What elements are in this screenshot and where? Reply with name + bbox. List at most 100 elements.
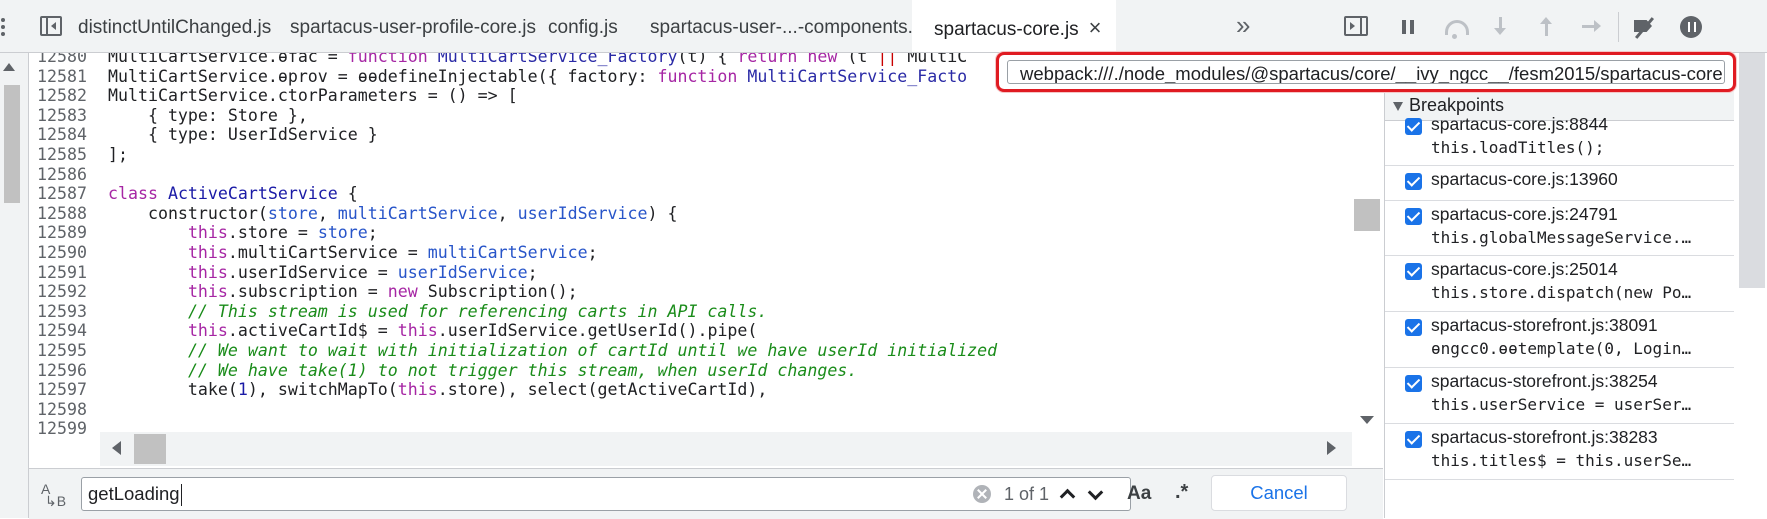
code-token: ,: [317, 203, 338, 223]
breakpoint-location[interactable]: spartacus-core.js:25014: [1431, 259, 1618, 280]
breakpoint-location[interactable]: spartacus-core.js:13960: [1431, 169, 1618, 190]
tab-user-profile-core[interactable]: spartacus-user-profile-core.js: [290, 0, 536, 52]
deactivate-breakpoints-icon[interactable]: [1630, 12, 1660, 42]
breakpoint-checkbox[interactable]: [1405, 319, 1422, 336]
step-over-icon[interactable]: [1440, 12, 1470, 42]
editor-horizontal-scroll-thumb[interactable]: [134, 434, 166, 464]
tab-spartacus-core[interactable]: spartacus-core.js ×: [912, 0, 1116, 52]
scroll-right-icon[interactable]: [1327, 441, 1336, 455]
toggle-debugger-icon[interactable]: [1344, 16, 1368, 36]
match-case-button[interactable]: Aa: [1127, 483, 1151, 505]
breakpoint-item[interactable]: spartacus-storefront.js:38091 ɵngcc0.ɵɵte…: [1385, 311, 1734, 368]
breakpoint-item[interactable]: spartacus-core.js:13960: [1385, 165, 1734, 201]
step-out-icon[interactable]: [1532, 12, 1562, 42]
more-options-icon[interactable]: [0, 16, 8, 38]
clear-search-icon[interactable]: [973, 485, 991, 503]
tab-config[interactable]: config.js: [548, 0, 618, 52]
previous-match-icon[interactable]: [1057, 485, 1079, 503]
breakpoint-location[interactable]: spartacus-core.js:8844: [1431, 114, 1608, 135]
breakpoint-code: this.titles$ = this.userSe…: [1431, 451, 1692, 470]
code-token: MultiCartService_Facto: [747, 66, 968, 86]
code-token: ,: [497, 203, 518, 223]
step-icon[interactable]: [1578, 12, 1608, 42]
breakpoint-code: this.globalMessageService.…: [1431, 228, 1692, 247]
breakpoint-item[interactable]: spartacus-core.js:25014 this.store.dispat…: [1385, 255, 1734, 312]
breakpoint-item[interactable]: spartacus-storefront.js:38254 this.userSe…: [1385, 367, 1734, 424]
search-query: getLoading: [88, 483, 180, 504]
breakpoint-item[interactable]: spartacus-core.js:8844 this.loadTitles();: [1385, 110, 1734, 166]
tooltip-path-text: webpack:///./node_modules/@spartacus/cor…: [1007, 60, 1725, 84]
editor-horizontal-scrollbar[interactable]: [100, 432, 1352, 466]
breakpoint-checkbox[interactable]: [1405, 118, 1422, 135]
mode-glyph-bottom: ↳B: [45, 493, 67, 509]
breakpoint-code: this.userService = userSer…: [1431, 395, 1692, 414]
breakpoint-checkbox[interactable]: [1405, 173, 1422, 190]
left-scrollbar[interactable]: [0, 53, 29, 518]
code-token: {: [337, 184, 358, 204]
pause-on-exceptions-icon[interactable]: [1676, 12, 1706, 42]
replace-mode-icon[interactable]: A ↳B: [41, 482, 67, 509]
tab-user-components[interactable]: spartacus-user-...-components.js: [650, 0, 927, 52]
editor-vertical-scroll-thumb[interactable]: [1354, 199, 1380, 231]
code-token: .userIdService =: [227, 262, 398, 282]
pause-icon[interactable]: [1394, 12, 1424, 42]
code-editor[interactable]: 12580 MultiCartService.ɵfac = function Mu…: [29, 53, 1383, 468]
tab-label: spartacus-core.js: [934, 19, 1079, 40]
cancel-button[interactable]: Cancel: [1211, 475, 1347, 511]
sidebar-scroll-thumb[interactable]: [1739, 53, 1765, 288]
breakpoint-location[interactable]: spartacus-storefront.js:38254: [1431, 371, 1658, 392]
editor-tab-bar: distinctUntilChanged.js spartacus-user-p…: [0, 0, 1767, 53]
breakpoint-checkbox[interactable]: [1405, 208, 1422, 225]
more-tabs-icon[interactable]: »: [1236, 12, 1250, 38]
code-token: multiCartService: [427, 243, 588, 262]
code-token: function: [657, 66, 748, 86]
breakpoint-checkbox[interactable]: [1405, 375, 1422, 392]
scroll-left-icon[interactable]: [112, 441, 121, 455]
breakpoint-code: this.loadTitles();: [1431, 138, 1605, 157]
close-icon[interactable]: ×: [1089, 0, 1102, 56]
code-token: return new: [737, 53, 848, 66]
code-token: ;: [527, 262, 538, 282]
scroll-down-icon[interactable]: [1360, 416, 1374, 424]
code-token: userIdService: [397, 262, 528, 282]
code-token: ;: [587, 243, 598, 262]
code-token: function: [347, 53, 438, 66]
debugger-sidebar: Breakpoints spartacus-core.js:8844 this.l…: [1384, 53, 1767, 518]
code-token: MultiCartService.ɵprov = ɵɵdefineInjecta…: [108, 66, 658, 86]
code-token: MultiCartService_Factory: [437, 53, 678, 66]
code-token: userIdService: [517, 203, 648, 223]
code-token: this: [187, 262, 228, 282]
breakpoint-checkbox[interactable]: [1405, 431, 1422, 448]
code-token: 1: [237, 380, 248, 400]
step-into-icon[interactable]: [1486, 12, 1516, 42]
code-token: MultiCartService.ctorParameters = () => …: [108, 86, 518, 106]
breakpoint-checkbox[interactable]: [1405, 263, 1422, 280]
code-token: .subscription =: [227, 282, 388, 302]
toolbar-divider: [1618, 12, 1619, 42]
code-token: store: [267, 203, 318, 223]
code-token: ActiveCartService: [167, 184, 338, 204]
breakpoint-location[interactable]: spartacus-core.js:24791: [1431, 204, 1618, 225]
breakpoint-item[interactable]: spartacus-core.js:24791 this.globalMessag…: [1385, 200, 1734, 256]
code-token: ), switchMapTo(: [247, 380, 398, 400]
scroll-up-icon[interactable]: [3, 63, 15, 71]
scrollbar-thumb[interactable]: [4, 85, 20, 203]
breakpoint-location[interactable]: spartacus-storefront.js:38283: [1431, 427, 1658, 448]
breakpoint-item[interactable]: spartacus-storefront.js:38283 this.titles…: [1385, 423, 1734, 480]
editor-vertical-scrollbar[interactable]: [1352, 53, 1383, 468]
breakpoint-location[interactable]: spartacus-storefront.js:38091: [1431, 315, 1658, 336]
code-token: this: [187, 321, 228, 341]
toggle-navigator-icon[interactable]: [40, 16, 62, 36]
code-token: constructor(: [108, 203, 268, 223]
code-token: ||: [877, 53, 908, 66]
tab-distinct-until-changed[interactable]: distinctUntilChanged.js: [78, 0, 271, 52]
text-caret: [180, 484, 182, 507]
file-path-tooltip: webpack:///./node_modules/@spartacus/cor…: [996, 52, 1736, 92]
next-match-icon[interactable]: [1085, 481, 1107, 499]
code-token: new: [387, 282, 428, 302]
regex-button[interactable]: .*: [1175, 481, 1188, 504]
code-token: .store), select(getActiveCartId),: [437, 380, 768, 400]
